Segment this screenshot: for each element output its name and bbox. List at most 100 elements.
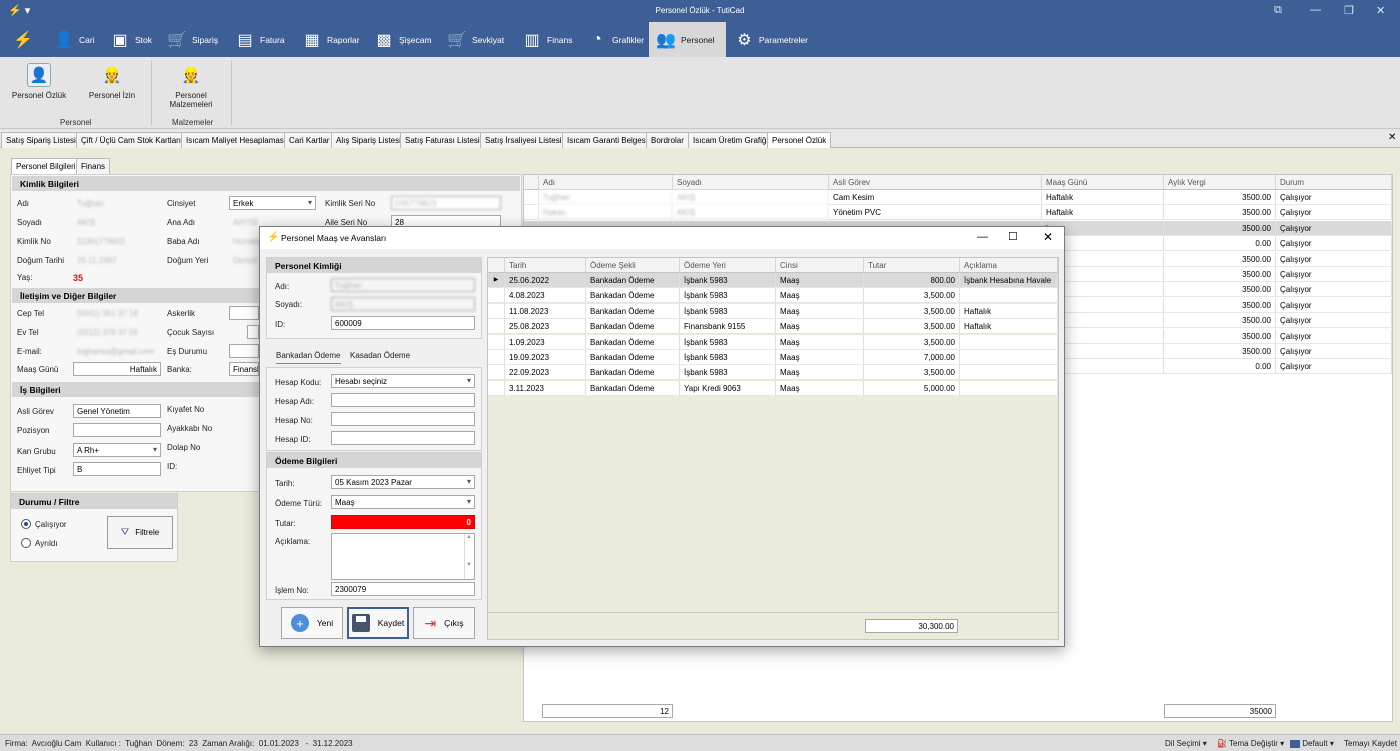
- table-cell[interactable]: 22.09.2023: [505, 365, 586, 381]
- table-cell[interactable]: [960, 365, 1058, 381]
- kimlik-no-value[interactable]: 11391779922: [73, 234, 161, 248]
- col-odeme-yeri[interactable]: Ödeme Yeri: [680, 258, 776, 273]
- table-cell[interactable]: Çalışıyor: [1276, 267, 1392, 282]
- table-cell[interactable]: Maaş: [776, 273, 864, 288]
- table-cell[interactable]: [960, 350, 1058, 365]
- table-cell[interactable]: Yapı Kredi 9063: [680, 380, 776, 396]
- es-durumu-input[interactable]: [229, 344, 259, 358]
- default-theme-button[interactable]: Default ▾: [1290, 739, 1334, 748]
- tab-maliyet[interactable]: Isıcam Maliyet Hesaplaması: [181, 132, 292, 148]
- table-cell[interactable]: 5,000.00: [864, 380, 960, 396]
- tab-satis-siparis[interactable]: Satış Sipariş Listesi: [1, 132, 81, 148]
- table-cell[interactable]: 800.00: [864, 273, 960, 288]
- table-cell[interactable]: AKIŞ: [673, 205, 829, 221]
- table-cell[interactable]: 7,000.00: [864, 350, 960, 365]
- table-cell[interactable]: Haftalık: [1042, 205, 1164, 221]
- table-cell[interactable]: Bankadan Ödeme: [586, 365, 680, 381]
- cikis-button[interactable]: ⇥ Çıkış: [413, 607, 475, 639]
- nav-personel[interactable]: 👥 Personel: [649, 22, 726, 57]
- kimlik-seri-input[interactable]: D35779823: [391, 196, 501, 210]
- table-cell[interactable]: 3500.00: [1164, 220, 1276, 236]
- table-cell[interactable]: 25.06.2022: [505, 273, 586, 288]
- col-cinsi[interactable]: Cinsi: [776, 258, 864, 273]
- personel-ozluk-button[interactable]: 👤 Personel Özlük: [8, 57, 70, 100]
- table-cell[interactable]: Çalışıyor: [1276, 282, 1392, 298]
- row-indicator[interactable]: [488, 319, 505, 335]
- row-indicator[interactable]: [488, 288, 505, 304]
- table-cell[interactable]: 3,500.00: [864, 319, 960, 335]
- table-cell[interactable]: Bankadan Ödeme: [586, 273, 680, 288]
- nav-stok[interactable]: ▣ Stok: [103, 22, 159, 57]
- kan-grubu-select[interactable]: A Rh+: [73, 443, 161, 457]
- col-tarih[interactable]: Tarih: [505, 258, 586, 273]
- col-durum[interactable]: Durum: [1276, 175, 1392, 190]
- maximize-button[interactable]: ☐: [1008, 230, 1018, 243]
- odeme-turu-select[interactable]: Maaş: [331, 495, 475, 509]
- table-cell[interactable]: İşbank Hesabına Havale: [960, 273, 1058, 288]
- yeni-button[interactable]: + Yeni: [281, 607, 343, 639]
- adi-value[interactable]: Tuğhan: [73, 196, 161, 210]
- table-cell[interactable]: Maaş: [776, 288, 864, 304]
- table-cell[interactable]: İşbank 5983: [680, 288, 776, 304]
- table-cell[interactable]: AKIŞ: [673, 190, 829, 205]
- table-cell[interactable]: [960, 334, 1058, 350]
- table-cell[interactable]: 3.11.2023: [505, 380, 586, 396]
- table-cell[interactable]: 3500.00: [1164, 251, 1276, 267]
- tab-kasadan-odeme[interactable]: Kasadan Ödeme: [350, 351, 410, 360]
- cinsiyet-select[interactable]: Erkek: [229, 196, 316, 210]
- table-cell[interactable]: İşbank 5983: [680, 303, 776, 319]
- nav-grafikler[interactable]: ◔ Grafikler: [580, 22, 646, 57]
- table-cell[interactable]: Bankadan Ödeme: [586, 319, 680, 335]
- nav-parametreler[interactable]: ⚙ Parametreler: [728, 22, 808, 57]
- minimize-button[interactable]: —: [977, 231, 988, 243]
- table-cell[interactable]: Bankadan Ödeme: [586, 334, 680, 350]
- email-value[interactable]: tughanxx@gmail.com: [73, 344, 161, 358]
- table-cell[interactable]: Çalışıyor: [1276, 220, 1392, 236]
- tema-degistir-button[interactable]: ⛽ Tema Değiştir ▾: [1217, 739, 1284, 748]
- filtrele-button[interactable]: ⛛ Filtrele: [107, 516, 173, 549]
- close-button[interactable]: ✕: [1043, 230, 1053, 244]
- tab-personel-bilgileri[interactable]: Personel Bilgileri: [11, 158, 81, 174]
- col-aciklama[interactable]: Açıklama: [960, 258, 1058, 273]
- tab-garanti[interactable]: Isıcam Garanti Belgesi: [562, 132, 653, 148]
- hesap-no-input[interactable]: [331, 412, 475, 426]
- table-cell[interactable]: 0.00: [1164, 236, 1276, 252]
- table-cell[interactable]: 0.00: [1164, 359, 1276, 375]
- table-cell[interactable]: 19.09.2023: [505, 350, 586, 365]
- close-button[interactable]: ✕: [1376, 4, 1385, 17]
- row-indicator[interactable]: [488, 380, 505, 396]
- col-adi[interactable]: Adı: [539, 175, 673, 190]
- table-cell[interactable]: Yönetim PVC: [829, 205, 1042, 221]
- pozisyon-input[interactable]: [73, 423, 161, 437]
- table-cell[interactable]: 3500.00: [1164, 297, 1276, 313]
- tutar-input[interactable]: 0: [331, 515, 475, 529]
- row-indicator[interactable]: [524, 205, 539, 221]
- table-cell[interactable]: İşbank 5983: [680, 365, 776, 381]
- table-cell[interactable]: Bankadan Ödeme: [586, 380, 680, 396]
- tab-satis-irsaliye[interactable]: Satış İrsaliyesi Listesi: [480, 132, 567, 148]
- hesap-adi-input[interactable]: [331, 393, 475, 407]
- table-cell[interactable]: Maaş: [776, 380, 864, 396]
- table-cell[interactable]: Haftalık: [960, 319, 1058, 335]
- maas-gunu-input[interactable]: Haftalık: [73, 362, 161, 376]
- row-indicator[interactable]: ▶: [488, 273, 505, 288]
- table-cell[interactable]: Çalışıyor: [1276, 190, 1392, 205]
- table-cell[interactable]: Çalışıyor: [1276, 344, 1392, 359]
- restore-icon[interactable]: ⧉: [1274, 4, 1282, 17]
- table-cell[interactable]: Çalışıyor: [1276, 297, 1392, 313]
- table-cell[interactable]: Bankadan Ödeme: [586, 350, 680, 365]
- nav-cari[interactable]: 👤 Cari: [47, 22, 103, 57]
- nav-raporlar[interactable]: ▦ Raporlar: [295, 22, 361, 57]
- table-cell[interactable]: Çalışıyor: [1276, 328, 1392, 344]
- row-indicator[interactable]: [488, 350, 505, 365]
- radio-calisiyor[interactable]: [21, 519, 31, 529]
- table-cell[interactable]: Haftalık: [1042, 190, 1164, 205]
- hesap-id-input[interactable]: [331, 431, 475, 445]
- table-cell[interactable]: Maaş: [776, 365, 864, 381]
- table-cell[interactable]: Maaş: [776, 334, 864, 350]
- scrollbar[interactable]: ▲ ▼: [464, 534, 473, 579]
- table-cell[interactable]: 3,500.00: [864, 288, 960, 304]
- tab-cam-stok[interactable]: Çift / Üçlü Cam Stok Kartları: [76, 132, 187, 148]
- table-cell[interactable]: Çalışıyor: [1276, 251, 1392, 267]
- ev-tel-value[interactable]: (0212) 378 37 55: [73, 325, 161, 339]
